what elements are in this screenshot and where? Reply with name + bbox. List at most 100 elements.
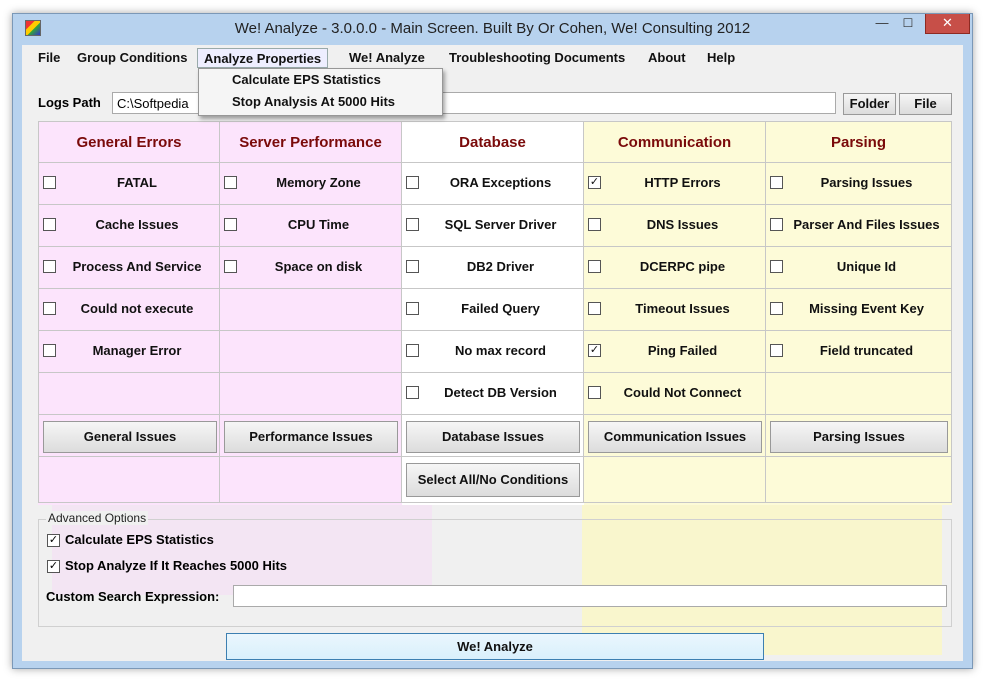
logs-path-label: Logs Path <box>38 95 101 110</box>
condition-cell <box>220 331 402 373</box>
condition-checkbox[interactable] <box>406 260 419 273</box>
condition-cell: Unique Id <box>766 247 952 289</box>
menu-bar: File Group Conditions Analyze Properties… <box>22 45 963 71</box>
condition-checkbox[interactable] <box>43 218 56 231</box>
bottom-cell: Select All/No Conditions <box>402 457 584 503</box>
menu-group-conditions[interactable]: Group Conditions <box>77 49 187 67</box>
group-issues-button[interactable]: Parsing Issues <box>770 421 948 453</box>
condition-cell: Space on disk <box>220 247 402 289</box>
condition-checkbox[interactable] <box>43 260 56 273</box>
group-button-cell: Database Issues <box>402 415 584 457</box>
column-header: Database <box>402 121 584 163</box>
close-button[interactable]: ✕ <box>925 14 970 34</box>
condition-label: Process And Service <box>72 259 202 274</box>
condition-checkbox[interactable] <box>224 218 237 231</box>
custom-search-input[interactable] <box>233 585 947 607</box>
condition-checkbox[interactable] <box>43 302 56 315</box>
condition-checkbox[interactable] <box>588 260 601 273</box>
condition-label: FATAL <box>117 175 157 190</box>
condition-checkbox[interactable] <box>43 344 56 357</box>
column-header: Communication <box>584 121 766 163</box>
condition-checkbox[interactable]: ✓ <box>588 176 601 189</box>
condition-checkbox[interactable]: ✓ <box>588 344 601 357</box>
conditions-grid: General Errors FATAL Cache Issues Process A… <box>38 121 952 505</box>
column-2: Database ORA Exceptions SQL Server Driver D… <box>402 121 584 505</box>
condition-cell: Manager Error <box>38 331 220 373</box>
condition-cell: Failed Query <box>402 289 584 331</box>
column-4: Parsing Parsing Issues Parser And Files Is… <box>766 121 952 505</box>
bottom-cell <box>584 457 766 503</box>
condition-cell: SQL Server Driver <box>402 205 584 247</box>
condition-cell: Timeout Issues <box>584 289 766 331</box>
condition-cell: Field truncated <box>766 331 952 373</box>
condition-checkbox[interactable] <box>588 302 601 315</box>
file-button[interactable]: File <box>899 93 952 115</box>
group-button-cell: Parsing Issues <box>766 415 952 457</box>
condition-cell: CPU Time <box>220 205 402 247</box>
condition-label: Field truncated <box>819 343 914 358</box>
folder-button[interactable]: Folder <box>843 93 896 115</box>
condition-checkbox[interactable] <box>43 176 56 189</box>
condition-cell: DNS Issues <box>584 205 766 247</box>
condition-label: Manager Error <box>92 343 182 358</box>
condition-checkbox[interactable] <box>224 176 237 189</box>
condition-checkbox[interactable] <box>770 260 783 273</box>
select-all-button[interactable]: Select All/No Conditions <box>406 463 580 497</box>
dropdown-calculate-eps[interactable]: Calculate EPS Statistics <box>232 72 381 87</box>
column-header: Parsing <box>766 121 952 163</box>
dropdown-stop-analysis[interactable]: Stop Analysis At 5000 Hits <box>232 94 395 109</box>
condition-label: Unique Id <box>836 259 897 274</box>
stop-analyze-label: Stop Analyze If It Reaches 5000 Hits <box>65 558 288 573</box>
client-area: File Group Conditions Analyze Properties… <box>22 45 963 661</box>
eps-statistics-label: Calculate EPS Statistics <box>65 532 214 547</box>
condition-cell: Cache Issues <box>38 205 220 247</box>
menu-help[interactable]: Help <box>707 49 735 67</box>
condition-cell: FATAL <box>38 163 220 205</box>
condition-checkbox[interactable] <box>406 386 419 399</box>
condition-label: Could not execute <box>80 301 194 316</box>
menu-about[interactable]: About <box>648 49 686 67</box>
condition-checkbox[interactable] <box>770 344 783 357</box>
menu-analyze-properties[interactable]: Analyze Properties <box>197 48 329 68</box>
group-issues-button[interactable]: General Issues <box>43 421 217 453</box>
condition-checkbox[interactable] <box>406 218 419 231</box>
condition-checkbox[interactable] <box>406 302 419 315</box>
condition-cell: DCERPC pipe <box>584 247 766 289</box>
condition-checkbox[interactable] <box>588 218 601 231</box>
stop-analyze-checkbox[interactable]: ✓ <box>47 560 60 573</box>
condition-cell <box>766 373 952 415</box>
condition-cell: Memory Zone <box>220 163 402 205</box>
we-analyze-button[interactable]: We! Analyze <box>226 633 764 660</box>
menu-troubleshooting-documents[interactable]: Troubleshooting Documents <box>449 49 625 67</box>
group-issues-button[interactable]: Database Issues <box>406 421 580 453</box>
menu-file[interactable]: File <box>38 49 60 67</box>
minimize-button[interactable]: — <box>869 14 895 34</box>
condition-checkbox[interactable] <box>588 386 601 399</box>
condition-cell: ✓ Ping Failed <box>584 331 766 373</box>
bottom-cell <box>38 457 220 503</box>
custom-search-label: Custom Search Expression: <box>46 589 220 604</box>
condition-label: DNS Issues <box>646 217 719 232</box>
menu-we-analyze[interactable]: We! Analyze <box>349 49 425 67</box>
condition-cell: Parser And Files Issues <box>766 205 952 247</box>
condition-checkbox[interactable] <box>406 176 419 189</box>
condition-label: ORA Exceptions <box>449 175 552 190</box>
condition-label: No max record <box>454 343 547 358</box>
group-issues-button[interactable]: Communication Issues <box>588 421 762 453</box>
group-button-cell: General Issues <box>38 415 220 457</box>
condition-checkbox[interactable] <box>770 302 783 315</box>
group-issues-button[interactable]: Performance Issues <box>224 421 398 453</box>
column-0: General Errors FATAL Cache Issues Process A… <box>38 121 220 505</box>
condition-checkbox[interactable] <box>770 218 783 231</box>
group-button-cell: Performance Issues <box>220 415 402 457</box>
condition-checkbox[interactable] <box>406 344 419 357</box>
condition-checkbox[interactable] <box>224 260 237 273</box>
maximize-button[interactable]: ☐ <box>895 14 921 34</box>
condition-cell: ORA Exceptions <box>402 163 584 205</box>
condition-cell <box>38 373 220 415</box>
eps-statistics-checkbox[interactable]: ✓ <box>47 534 60 547</box>
group-button-cell: Communication Issues <box>584 415 766 457</box>
condition-label: Could Not Connect <box>623 385 742 400</box>
column-header: General Errors <box>38 121 220 163</box>
condition-checkbox[interactable] <box>770 176 783 189</box>
